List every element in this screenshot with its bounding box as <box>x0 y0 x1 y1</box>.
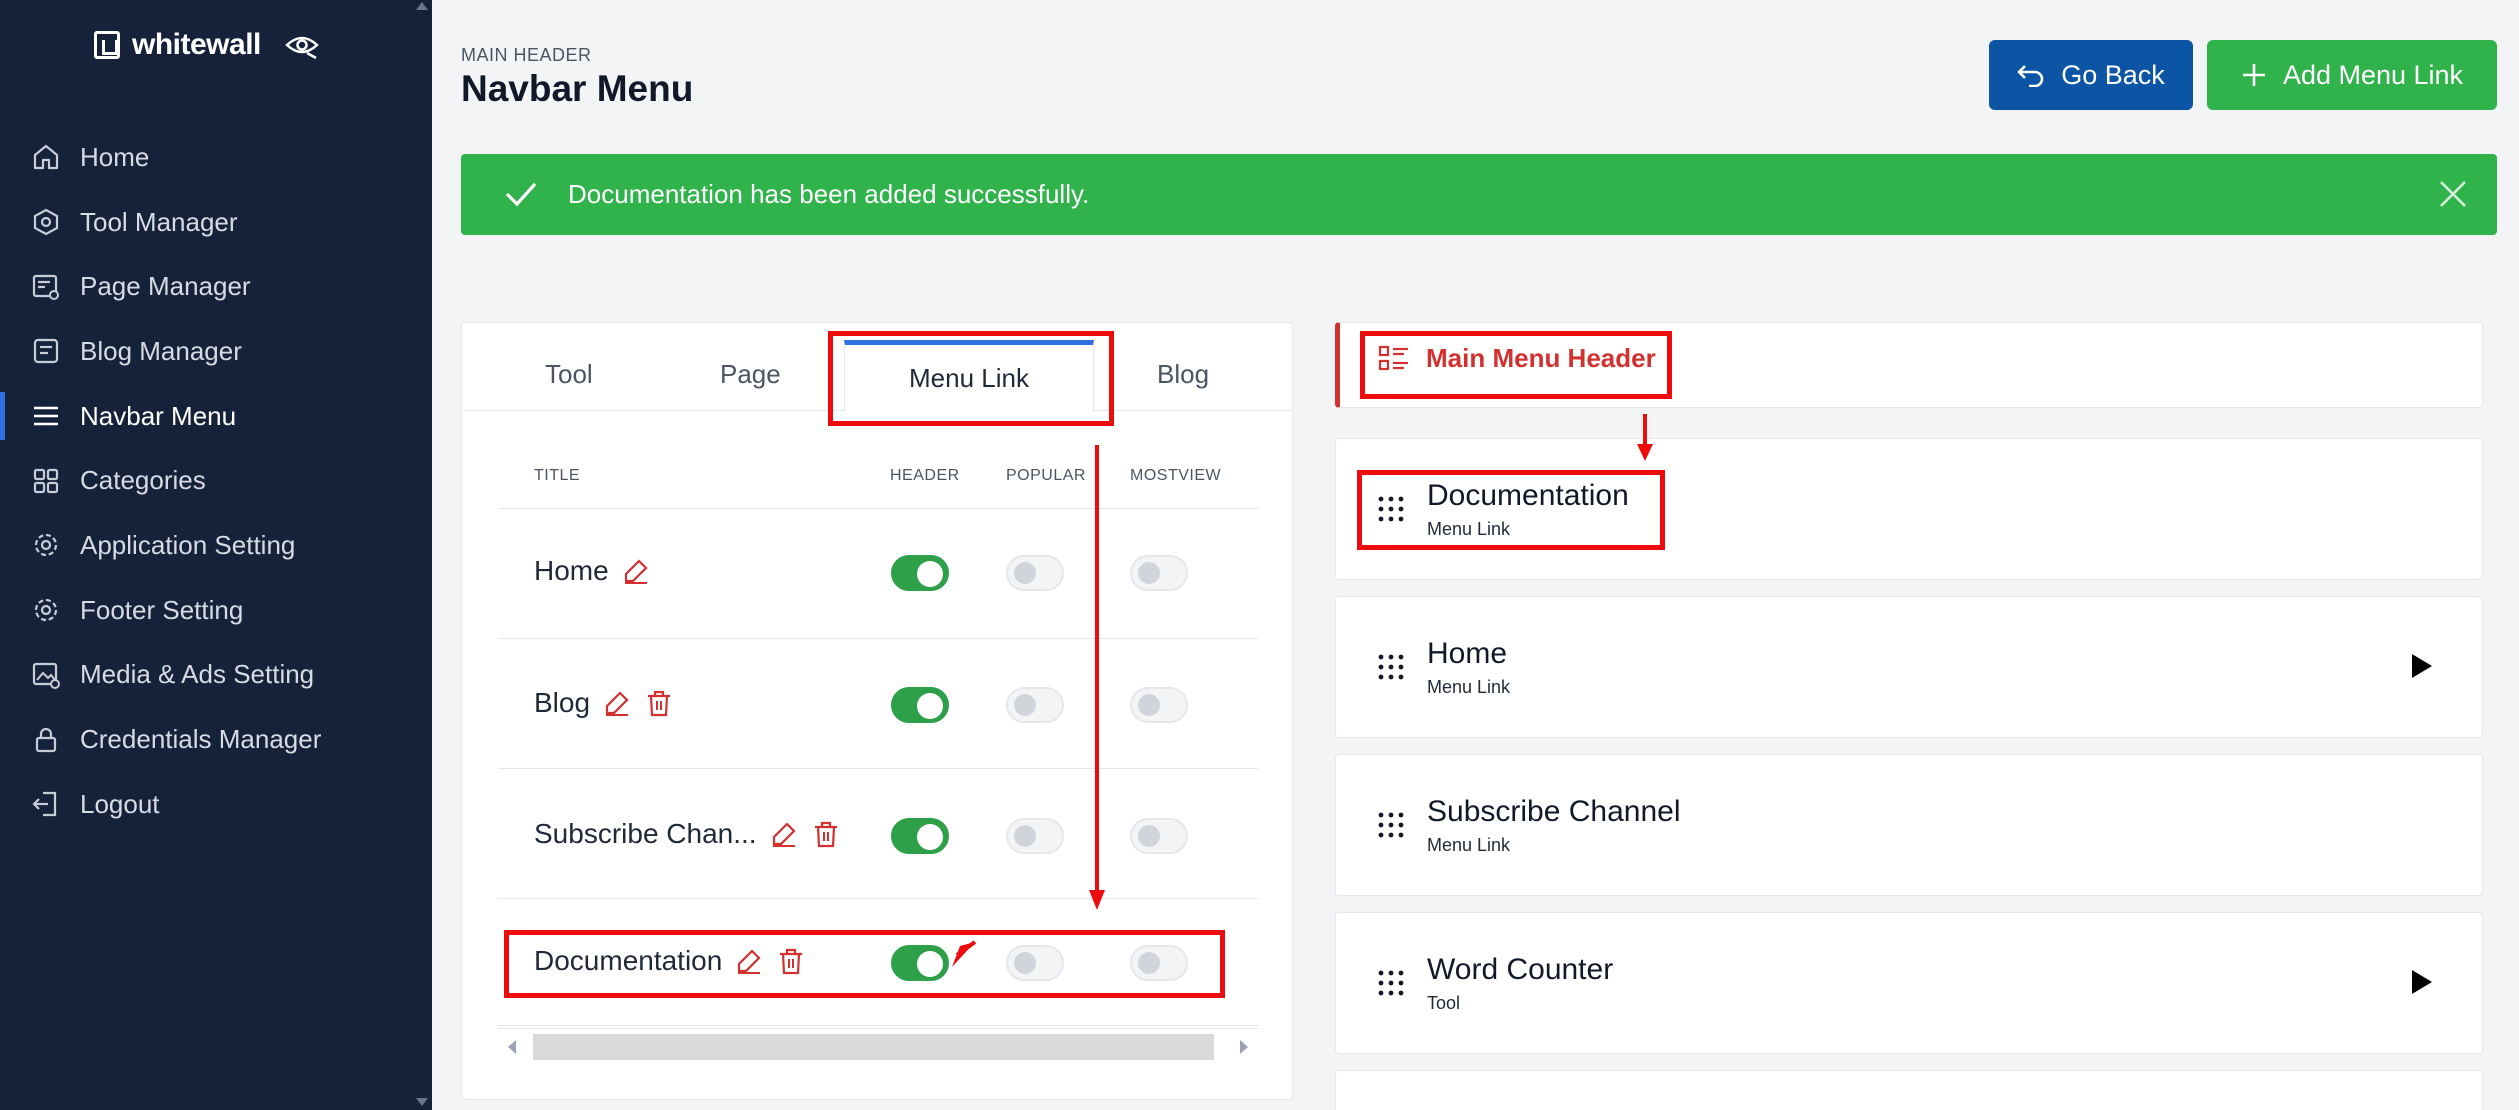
annotation-arrows <box>952 414 1653 967</box>
annotation-arrow-header-to-card <box>1637 414 1653 461</box>
annotation-arrow-to-toggle <box>952 940 977 967</box>
annotation-arrow-down <box>1089 445 1105 910</box>
